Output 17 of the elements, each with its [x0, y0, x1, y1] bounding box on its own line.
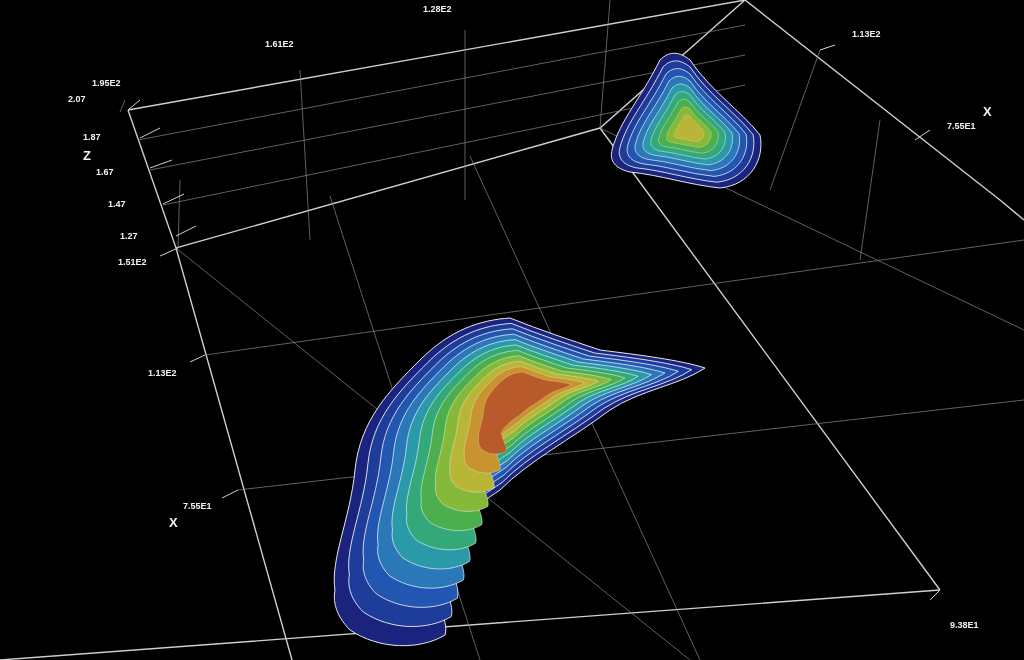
tick-label: 1.51E2 — [118, 258, 147, 267]
tick-label: 1.87 — [83, 133, 101, 142]
tick-label: 2.07 — [68, 95, 86, 104]
axis-title: X — [169, 516, 178, 529]
axis-title: X — [983, 105, 992, 118]
tick-label: 1.27 — [120, 232, 138, 241]
tick-label: 1.13E2 — [148, 369, 177, 378]
tick-label: 1.61E2 — [265, 40, 294, 49]
tick-label: 1.13E2 — [852, 30, 881, 39]
tick-label: 9.38E1 — [950, 621, 979, 630]
tick-label: 7.55E1 — [183, 502, 212, 511]
tick-label: 1.95E2 — [92, 79, 121, 88]
tick-label: 1.28E2 — [423, 5, 452, 14]
tick-label: 1.47 — [108, 200, 126, 209]
tick-label: 1.67 — [96, 168, 114, 177]
axis-title: Z — [83, 149, 91, 162]
tick-label: 7.55E1 — [947, 122, 976, 131]
